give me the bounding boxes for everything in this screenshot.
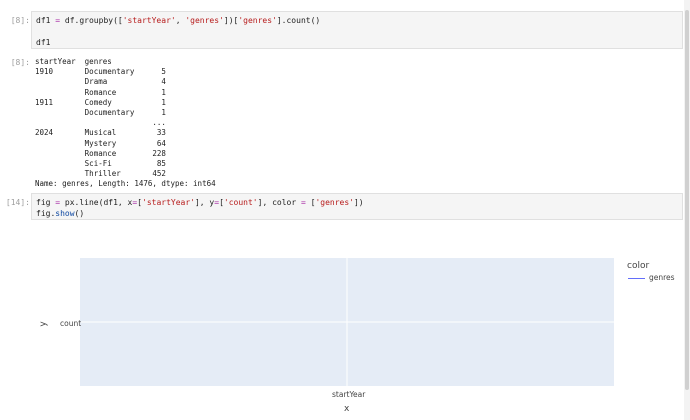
groupby-output: startYear genres 1910 Documentary 5 Dram… (35, 57, 216, 189)
code-cell-1-line1: df1 = df.groupby(['startYear', 'genres']… (36, 16, 321, 47)
plot-grid (80, 258, 614, 386)
x-axis-title: x (344, 404, 350, 414)
legend-title: color (627, 261, 650, 271)
plot-area[interactable] (80, 258, 614, 386)
legend-series-line[interactable] (628, 278, 645, 279)
legend-series-label[interactable]: genres (649, 273, 675, 282)
y-axis-title: y (38, 321, 49, 327)
y-tick-label: count (60, 319, 82, 328)
code-cell-2[interactable]: fig = px.line(df1, x=['startYear'], y=['… (31, 193, 683, 220)
cell2-prompt: [14]: (5, 198, 30, 207)
code-cell-1[interactable]: df1 = df.groupby(['startYear', 'genres']… (31, 11, 683, 49)
vertical-scrollbar[interactable] (684, 0, 690, 420)
scrollbar-thumb[interactable] (685, 10, 689, 390)
output1-prompt: [8]: (10, 58, 30, 67)
code-cell-1-line2: df1 (36, 38, 51, 47)
code-cell-2-lines: fig = px.line(df1, x=['startYear'], y=['… (36, 198, 364, 218)
cell1-prompt: [8]: (10, 16, 30, 25)
x-tick-label: startYear (332, 390, 366, 399)
